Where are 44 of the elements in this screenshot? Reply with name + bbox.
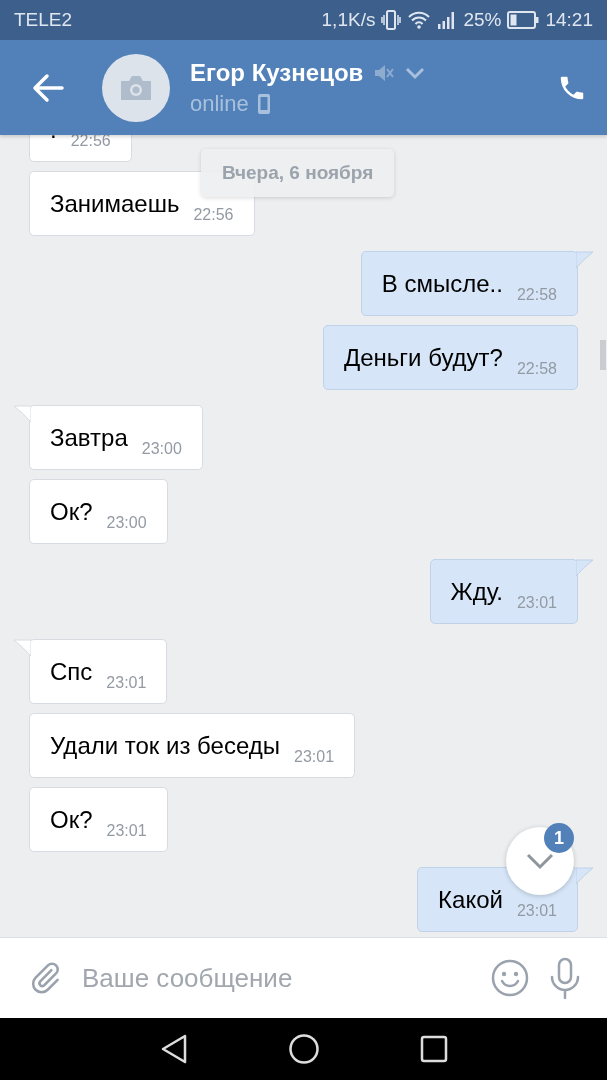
online-status: online [190, 90, 249, 117]
message-text: В смысле.. [381, 270, 503, 298]
square-icon[interactable] [419, 1035, 448, 1063]
wifi-icon [407, 10, 432, 30]
date-label: Вчера, 6 ноября [201, 149, 395, 197]
vibrate-icon [381, 9, 402, 31]
message-text: Жду. [450, 578, 503, 606]
message-time: 23:00 [106, 514, 147, 532]
back-triangle-icon[interactable] [159, 1034, 188, 1064]
message-text: Спс [50, 658, 93, 686]
message-text: Занимаешь [50, 190, 180, 218]
message-time: 23:01 [294, 748, 335, 766]
message-time: 22:58 [516, 286, 557, 304]
chevron-down-icon [525, 852, 555, 870]
message-text: Какой [438, 886, 503, 914]
message-time: 22:56 [70, 135, 111, 150]
message-time: 23:01 [106, 674, 147, 692]
scrollbar[interactable] [600, 340, 606, 370]
message-text: Деньги будут? [344, 344, 503, 372]
contact-name[interactable]: Егор Кузнецов [190, 58, 364, 87]
message-time: 23:00 [141, 440, 182, 458]
message-text: Ок? [50, 498, 93, 526]
home-circle-icon[interactable] [287, 1033, 320, 1065]
message-time: 22:58 [516, 360, 557, 378]
battery-percent: 25% [463, 9, 502, 31]
message-text: Ок? [50, 806, 93, 834]
chevron-down-icon[interactable] [405, 65, 426, 80]
message-input[interactable]: Ваше сообщение [80, 961, 473, 995]
message-text: Завтра [50, 424, 128, 452]
clock: 14:21 [545, 9, 593, 31]
network-speed: 1,1K/s [321, 9, 376, 31]
message-time: 23:01 [516, 902, 557, 920]
message-text: . [50, 135, 57, 144]
message-time: 23:01 [516, 594, 557, 612]
battery-icon [507, 11, 540, 29]
message-time: 22:56 [193, 206, 234, 224]
phone-device-icon [256, 92, 271, 115]
camera-icon [119, 74, 153, 101]
smiley-icon[interactable] [491, 959, 529, 997]
message-text: Удали ток из беседы [50, 732, 280, 760]
message-composer[interactable]: Ваше сообщение [0, 937, 607, 1018]
message-time: 23:01 [106, 822, 147, 840]
carrier-name: TELE2 [14, 9, 73, 31]
unread-count: 1 [544, 823, 574, 853]
